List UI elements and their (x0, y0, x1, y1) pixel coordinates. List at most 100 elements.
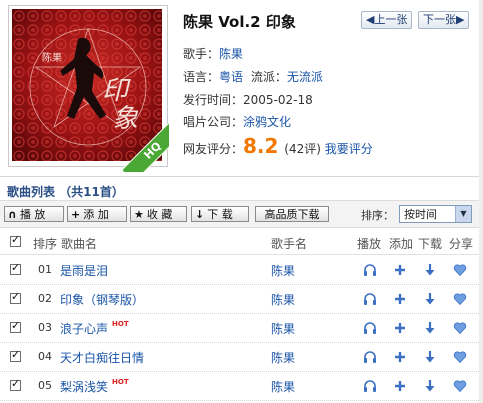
artist-link[interactable]: 陈果 (271, 262, 295, 279)
song-name-link[interactable]: 天才白痴往日情 (60, 349, 148, 366)
album-title: 陈果 Vol.2 印象 (183, 13, 296, 31)
hq-badge: HQ (121, 124, 169, 172)
table-row: 05 梨涡浅笑HOT 陈果 (0, 371, 483, 401)
heart-icon[interactable] (453, 263, 467, 277)
sort-select[interactable]: 按时间 ▼ (399, 205, 472, 223)
row-index: 01 (38, 263, 52, 276)
row-checkbox[interactable] (10, 319, 21, 333)
collect-button[interactable]: ★ 收 藏 (130, 206, 187, 222)
song-list-title: 歌曲列表 （共11首） (7, 185, 124, 199)
row-index: 02 (38, 292, 52, 305)
plus-icon[interactable] (393, 292, 407, 306)
add-button-label: 添 加 (83, 208, 109, 221)
song-name: 印象（钢琴版） (60, 293, 145, 307)
svg-text:印: 印 (102, 76, 131, 106)
artist-link[interactable]: 陈果 (271, 291, 295, 308)
download-arrow-icon[interactable] (423, 321, 437, 335)
plus-icon: + (71, 208, 81, 221)
headphone-icon[interactable] (363, 379, 377, 393)
rating-count: (42评) (284, 142, 321, 156)
song-table-header: 排序 歌曲名 歌手名 播放 添加 下载 分享 (0, 228, 483, 255)
language-genre-row: 语言：粤语 流派：无流派 (183, 68, 323, 85)
collect-button-label: 收 藏 (146, 208, 173, 221)
header-add: 添加 (389, 237, 414, 251)
genre-link[interactable]: 无流派 (287, 70, 323, 84)
song-name-link[interactable]: 是雨是泪 (60, 262, 112, 279)
table-row: 04 天才白痴往日情 陈果 (0, 342, 483, 372)
song-name: 梨涡浅笑 (60, 380, 109, 394)
download-arrow-icon[interactable] (423, 379, 437, 393)
singer-row: 歌手：陈果 (183, 45, 243, 62)
headphone-icon[interactable] (363, 350, 377, 364)
rating-label: 网友评分： (183, 142, 244, 156)
row-index: 04 (38, 350, 52, 363)
language-link[interactable]: 粤语 (219, 70, 243, 84)
row-checkbox[interactable] (10, 261, 21, 275)
artist-link[interactable]: 陈果 (271, 349, 295, 366)
add-button[interactable]: + 添 加 (67, 206, 127, 222)
singer-label: 歌手： (183, 47, 220, 61)
row-index: 03 (38, 321, 52, 334)
header-index: 排序 (33, 237, 58, 251)
plus-icon[interactable] (393, 379, 407, 393)
song-name-link[interactable]: 梨涡浅笑 HOT (60, 378, 129, 395)
record-label-label: 唱片公司： (183, 115, 244, 129)
rating-row: 网友评分：8.2 (42评) 我要评分 (183, 134, 373, 158)
headphone-icon[interactable] (363, 263, 377, 277)
play-button[interactable]: ∩ 播 放 (4, 206, 64, 222)
header-artist: 歌手名 (271, 237, 308, 251)
song-name-link[interactable]: 浪子心声 HOT (60, 320, 129, 337)
release-row: 发行时间：2005-02-18 (183, 91, 313, 108)
headphone-icon[interactable] (363, 321, 377, 335)
release-date: 2005-02-18 (243, 93, 313, 107)
scrollbar[interactable] (479, 0, 483, 403)
row-checkbox[interactable] (10, 290, 21, 304)
hq-badge-label: HQ (121, 124, 169, 172)
download-arrow-icon[interactable] (423, 292, 437, 306)
row-checkbox[interactable] (10, 348, 21, 362)
next-album-button[interactable]: 下一张▶ (418, 11, 470, 29)
song-name: 浪子心声 (60, 322, 109, 336)
language-label: 语言： (183, 70, 220, 84)
song-name-link[interactable]: 印象（钢琴版） (60, 291, 148, 308)
singer-link[interactable]: 陈果 (219, 47, 243, 61)
download-arrow-icon: ↓ (195, 208, 205, 221)
heart-icon[interactable] (453, 379, 467, 393)
chevron-down-icon[interactable]: ▼ (455, 206, 471, 222)
row-index: 05 (38, 379, 52, 392)
artist-link[interactable]: 陈果 (271, 320, 295, 337)
plus-icon[interactable] (393, 263, 407, 277)
header-play: 播放 (357, 237, 382, 251)
release-label: 发行时间： (183, 93, 244, 107)
table-row: 02 印象（钢琴版） 陈果 (0, 284, 483, 314)
heart-icon[interactable] (453, 292, 467, 306)
header-song: 歌曲名 (61, 237, 98, 251)
heart-icon[interactable] (453, 321, 467, 335)
record-label-link[interactable]: 涂鸦文化 (243, 115, 291, 129)
svg-text:陈果: 陈果 (42, 51, 62, 64)
download-button-label: 下 载 (207, 208, 233, 221)
rate-link[interactable]: 我要评分 (325, 142, 373, 156)
genre-label: 流派： (250, 70, 287, 84)
headphone-icon[interactable] (363, 292, 377, 306)
song-name: 天才白痴往日情 (60, 351, 145, 365)
select-all-checkbox[interactable] (10, 233, 21, 247)
song-name: 是雨是泪 (60, 264, 109, 278)
star-icon: ★ (134, 208, 144, 221)
table-row: 01 是雨是泪 陈果 (0, 255, 483, 285)
hq-download-button[interactable]: 高品质下载 (255, 206, 329, 222)
album-cover-frame: 印 象 陈果 HQ (8, 5, 169, 172)
prev-album-button[interactable]: ◀上一张 (361, 11, 413, 29)
download-button[interactable]: ↓ 下 载 (191, 206, 249, 222)
row-checkbox[interactable] (10, 377, 21, 391)
heart-icon[interactable] (453, 350, 467, 364)
divider (0, 176, 483, 177)
song-toolbar: ∩ 播 放 + 添 加 ★ 收 藏 ↓ 下 载 高品质下载 排序： 按时间 ▼ (0, 200, 483, 228)
hot-badge: HOT (112, 378, 129, 386)
play-button-label: 播 放 (19, 208, 46, 221)
plus-icon[interactable] (393, 350, 407, 364)
artist-link[interactable]: 陈果 (271, 378, 295, 395)
download-arrow-icon[interactable] (423, 263, 437, 277)
plus-icon[interactable] (393, 321, 407, 335)
download-arrow-icon[interactable] (423, 350, 437, 364)
